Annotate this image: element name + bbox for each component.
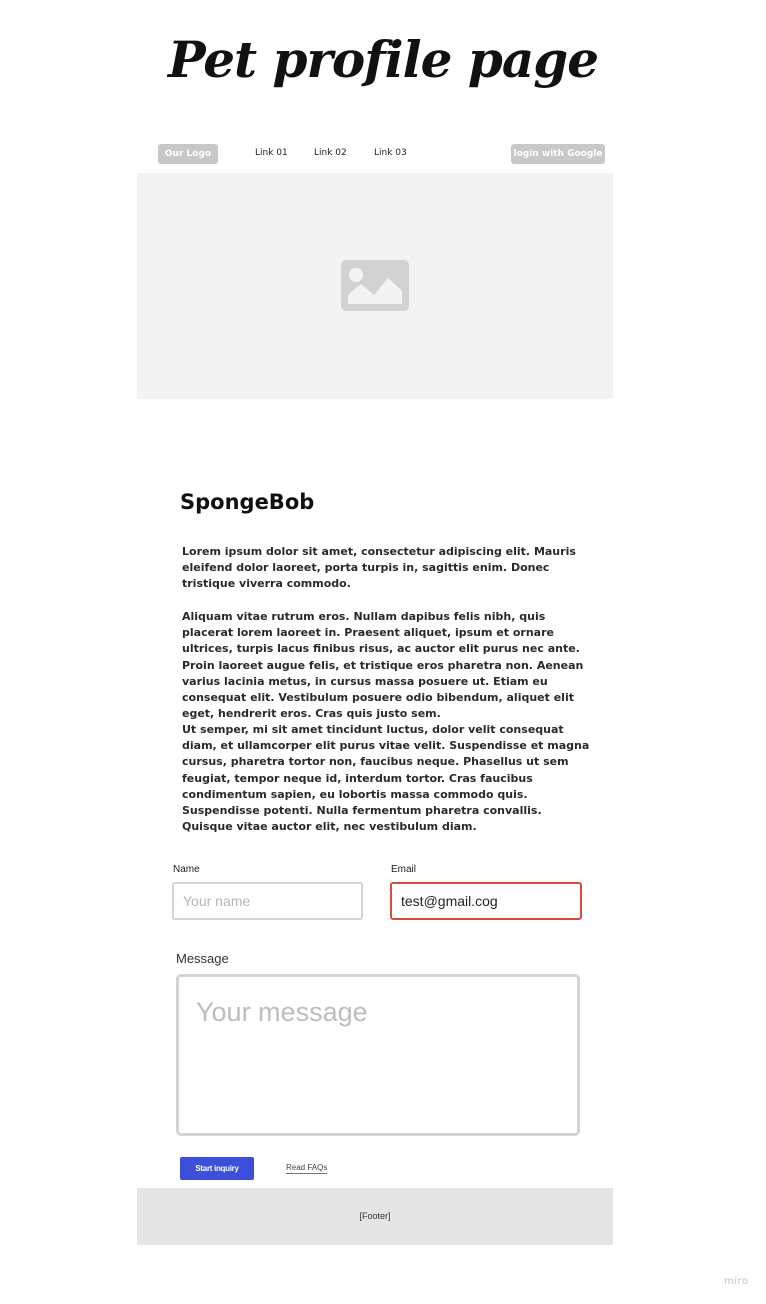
email-input[interactable] bbox=[390, 882, 582, 920]
nav-link-03[interactable]: Link 03 bbox=[374, 148, 407, 158]
hero-image-placeholder bbox=[137, 173, 613, 399]
name-input[interactable] bbox=[172, 882, 363, 920]
read-faqs-link[interactable]: Read FAQs bbox=[286, 1163, 328, 1174]
pet-description-paragraph: Lorem ipsum dolor sit amet, consectetur … bbox=[182, 545, 576, 591]
logo-button[interactable]: Our Logo bbox=[158, 144, 218, 164]
image-placeholder-icon bbox=[341, 260, 409, 311]
footer: [Footer] bbox=[137, 1188, 613, 1245]
login-google-button[interactable]: login with Google bbox=[511, 144, 605, 164]
message-textarea[interactable] bbox=[176, 974, 580, 1136]
pet-name: SpongeBob bbox=[180, 490, 315, 514]
pet-description-paragraph: Aliquam vitae rutrum eros. Nullam dapibu… bbox=[182, 610, 584, 721]
email-label: Email bbox=[391, 864, 417, 875]
miro-watermark: miro bbox=[724, 1276, 749, 1287]
name-label: Name bbox=[173, 864, 200, 875]
start-inquiry-button[interactable]: Start inquiry bbox=[180, 1157, 254, 1180]
nav-link-01[interactable]: Link 01 bbox=[255, 148, 288, 158]
navbar: Our Logo Link 01 Link 02 Link 03 login w… bbox=[137, 138, 613, 172]
page-title: Pet profile page bbox=[167, 30, 599, 89]
message-label: Message bbox=[176, 951, 229, 966]
pet-description-paragraph: Ut semper, mi sit amet tincidunt luctus,… bbox=[182, 723, 590, 834]
nav-link-02[interactable]: Link 02 bbox=[314, 148, 347, 158]
